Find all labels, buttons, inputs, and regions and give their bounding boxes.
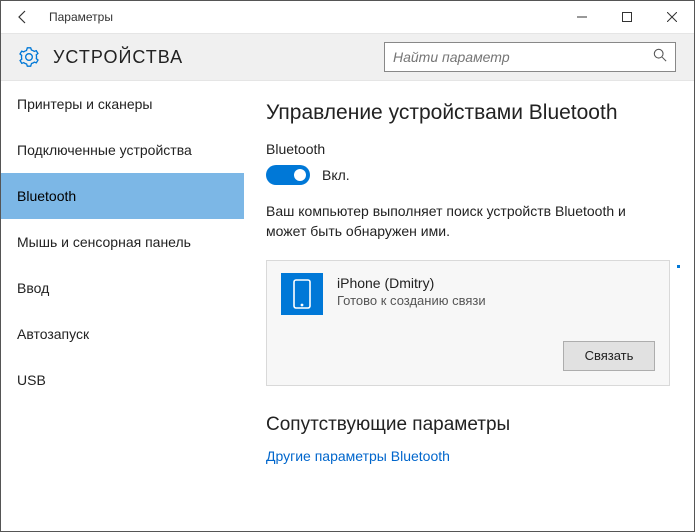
minimize-button[interactable] bbox=[559, 1, 604, 33]
sidebar-item-usb[interactable]: USB bbox=[1, 357, 244, 403]
sidebar-item-label: Bluetooth bbox=[17, 188, 76, 204]
device-name: iPhone (Dmitry) bbox=[337, 275, 655, 291]
titlebar: Параметры bbox=[1, 1, 694, 33]
device-actions: Связать bbox=[281, 341, 655, 371]
gear-icon bbox=[19, 47, 39, 67]
settings-window: Параметры УСТРОЙСТВА Принтеры и ск bbox=[0, 0, 695, 532]
sidebar-item-label: USB bbox=[17, 372, 46, 388]
sidebar-item-typing[interactable]: Ввод bbox=[1, 265, 244, 311]
bluetooth-toggle-state: Вкл. bbox=[322, 167, 350, 183]
sidebar-item-bluetooth[interactable]: Bluetooth bbox=[1, 173, 244, 219]
body: Принтеры и сканеры Подключенные устройст… bbox=[1, 81, 694, 531]
window-controls bbox=[559, 1, 694, 33]
bluetooth-toggle[interactable] bbox=[266, 165, 310, 185]
sidebar-item-autoplay[interactable]: Автозапуск bbox=[1, 311, 244, 357]
maximize-icon bbox=[622, 12, 632, 22]
device-info: iPhone (Dmitry) Готово к созданию связи bbox=[337, 273, 655, 308]
related-heading: Сопутствующие параметры bbox=[266, 414, 670, 436]
window-title: Параметры bbox=[45, 10, 559, 24]
maximize-button[interactable] bbox=[604, 1, 649, 33]
section-title: УСТРОЙСТВА bbox=[53, 47, 384, 68]
sidebar-item-label: Принтеры и сканеры bbox=[17, 96, 152, 112]
search-icon bbox=[653, 48, 667, 67]
search-input[interactable] bbox=[393, 49, 647, 65]
device-card[interactable]: iPhone (Dmitry) Готово к созданию связи … bbox=[266, 260, 670, 386]
minimize-icon bbox=[577, 12, 587, 22]
scanning-indicator-icon bbox=[677, 265, 680, 268]
close-icon bbox=[667, 12, 677, 22]
arrow-left-icon bbox=[15, 9, 31, 25]
sidebar-item-label: Подключенные устройства bbox=[17, 142, 192, 158]
sidebar-item-label: Ввод bbox=[17, 280, 49, 296]
bluetooth-label: Bluetooth bbox=[266, 141, 670, 157]
device-row: iPhone (Dmitry) Готово к созданию связи bbox=[281, 273, 655, 315]
back-button[interactable] bbox=[1, 1, 45, 33]
sidebar-item-label: Автозапуск bbox=[17, 326, 89, 342]
more-bluetooth-link[interactable]: Другие параметры Bluetooth bbox=[266, 448, 670, 464]
section-header: УСТРОЙСТВА bbox=[1, 33, 694, 81]
bluetooth-toggle-row: Вкл. bbox=[266, 165, 670, 185]
phone-icon bbox=[281, 273, 323, 315]
sidebar-item-connected-devices[interactable]: Подключенные устройства bbox=[1, 127, 244, 173]
sidebar-item-printers[interactable]: Принтеры и сканеры bbox=[1, 81, 244, 127]
device-status: Готово к созданию связи bbox=[337, 293, 655, 308]
toggle-knob-icon bbox=[294, 169, 306, 181]
close-button[interactable] bbox=[649, 1, 694, 33]
page-title: Управление устройствами Bluetooth bbox=[266, 101, 670, 125]
pair-button[interactable]: Связать bbox=[563, 341, 655, 371]
search-box[interactable] bbox=[384, 42, 676, 72]
content-pane: Управление устройствами Bluetooth Blueto… bbox=[244, 81, 694, 531]
sidebar-item-mouse-touchpad[interactable]: Мышь и сенсорная панель bbox=[1, 219, 244, 265]
bluetooth-description: Ваш компьютер выполняет поиск устройств … bbox=[266, 201, 670, 242]
sidebar: Принтеры и сканеры Подключенные устройст… bbox=[1, 81, 244, 531]
sidebar-item-label: Мышь и сенсорная панель bbox=[17, 234, 191, 250]
